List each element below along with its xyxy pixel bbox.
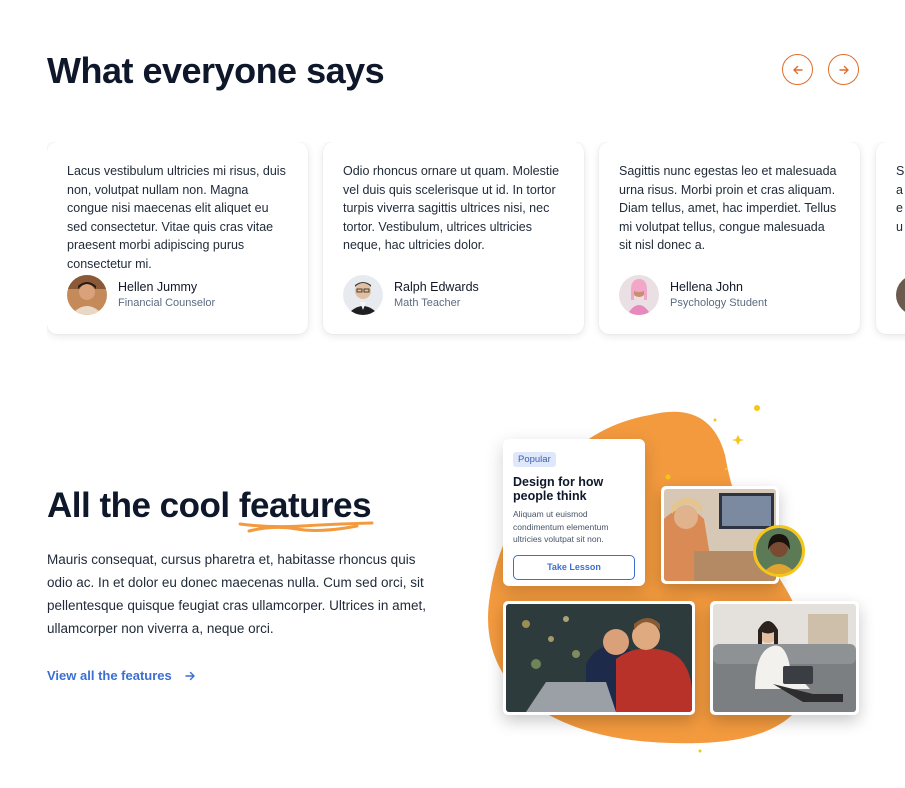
author-role: Psychology Student — [670, 297, 768, 309]
lesson-description: Aliquam ut euismod condimentum elementum… — [513, 509, 609, 544]
view-all-features-link[interactable]: View all the features — [47, 668, 196, 683]
features-title-text: All the cool — [47, 486, 230, 525]
popular-badge: Popular — [513, 452, 556, 467]
author-role: Math Teacher — [394, 297, 461, 309]
author-role: Financial Counselor — [118, 297, 216, 309]
avatar — [619, 275, 659, 315]
testimonial-author: Hellena John Psychology Student — [619, 275, 767, 315]
photo-couple-laptop — [503, 601, 695, 715]
arrow-right-icon — [185, 671, 195, 680]
features-description: Mauris consequat, cursus pharetra et, ha… — [47, 552, 426, 636]
author-name: Hellena John — [670, 280, 743, 294]
testimonial-text: Lacus vestibulum ultricies mi risus, dui… — [67, 164, 286, 271]
arrow-left-icon — [792, 65, 803, 74]
take-lesson-button[interactable]: Take Lesson — [513, 554, 635, 580]
lesson-card: Popular Design for how people think Aliq… — [503, 439, 645, 586]
underline-scribble-icon — [238, 521, 374, 533]
testimonial-text: Sagittis nunc egestas leo et malesuada u… — [619, 164, 837, 252]
arrow-right-icon — [838, 65, 849, 74]
avatar — [896, 275, 905, 315]
testimonial-text: Odio rhoncus ornare ut quam. Molestie ve… — [343, 164, 560, 252]
testimonial-card: Odio rhoncus ornare ut quam. Molestie ve… — [323, 142, 584, 334]
testimonial-card: Sa a ne nu — [876, 142, 905, 334]
avatar — [67, 275, 107, 315]
author-name: Hellen Jummy — [118, 280, 198, 294]
lesson-title: Design for how people think — [513, 475, 604, 503]
photo-woman-couch-laptop — [710, 601, 859, 715]
avatar — [753, 525, 805, 577]
avatar — [343, 275, 383, 315]
section-title-features: All the cool features — [47, 486, 374, 533]
testimonial-author: Hellen Jummy Financial Counselor — [67, 275, 215, 315]
next-button[interactable] — [828, 54, 859, 85]
prev-button[interactable] — [782, 54, 813, 85]
testimonial-card: Lacus vestibulum ultricies mi risus, dui… — [47, 142, 308, 334]
testimonial-author — [896, 275, 905, 315]
testimonial-text: Sa a ne nu — [896, 164, 905, 234]
features-title-highlight: features — [238, 486, 374, 533]
author-name: Ralph Edwards — [394, 280, 479, 294]
view-all-features-label: View all the features — [47, 668, 172, 683]
section-title-testimonials: What everyone says — [47, 50, 385, 91]
testimonial-card: Sagittis nunc egestas leo et malesuada u… — [599, 142, 860, 334]
testimonial-author: Ralph Edwards Math Teacher — [343, 275, 479, 315]
testimonial-carousel: Lacus vestibulum ultricies mi risus, dui… — [47, 142, 905, 342]
